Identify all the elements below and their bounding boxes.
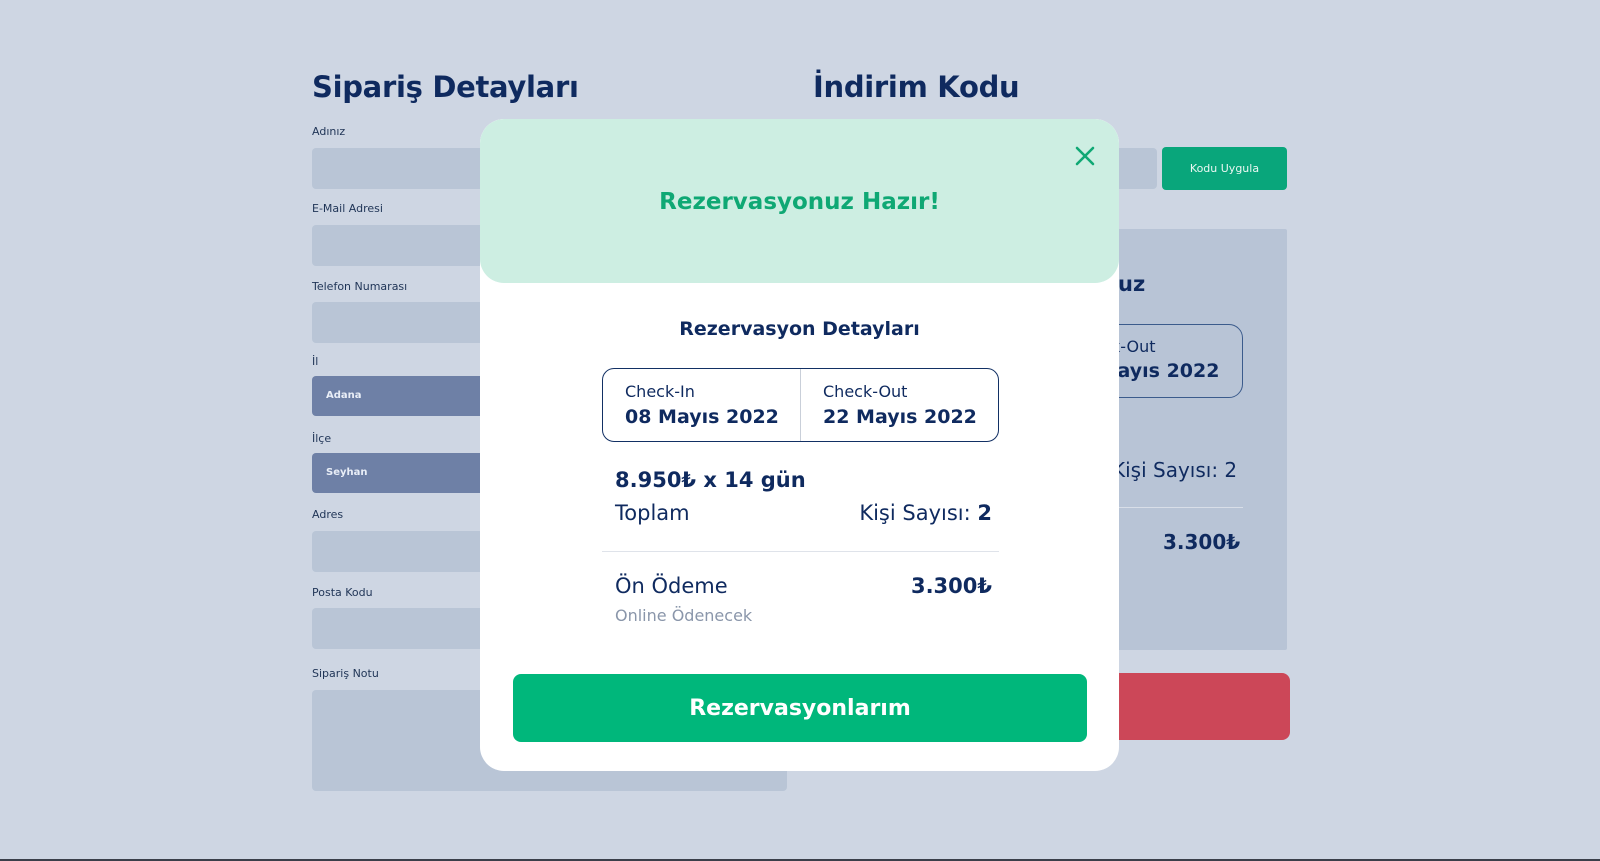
nightly-rate: 8.950₺ x 14 gün xyxy=(615,468,806,492)
close-icon[interactable] xyxy=(1070,141,1100,171)
guest-count-value: 2 xyxy=(977,501,992,525)
summary-checkout-label: k-Out xyxy=(1111,337,1156,356)
date-box: Check-In 08 Mayıs 2022 Check-Out 22 Mayı… xyxy=(602,368,999,442)
summary-guests: Kişi Sayısı: 2 xyxy=(1112,458,1238,482)
checkin-cell: Check-In 08 Mayıs 2022 xyxy=(603,369,800,441)
details-title: Rezervasyon Detayları xyxy=(679,318,920,340)
guest-count: Kişi Sayısı: 2 xyxy=(859,501,992,525)
note-label: Sipariş Notu xyxy=(312,667,379,680)
district-label: İlçe xyxy=(312,432,332,445)
summary-divider xyxy=(1100,507,1243,508)
checkout-label: Check-Out xyxy=(823,382,908,401)
summary-price: 3.300₺ xyxy=(1163,530,1241,554)
phone-label: Telefon Numarası xyxy=(312,280,408,293)
checkout-value: 22 Mayıs 2022 xyxy=(823,406,977,428)
discount-title: İndirim Kodu xyxy=(813,70,1020,104)
apply-code-button[interactable]: Kodu Uygula xyxy=(1162,147,1287,190)
modal-header: Rezervasyonuz Hazır! xyxy=(480,119,1119,283)
prepayment-label: Ön Ödeme xyxy=(615,574,728,598)
order-title: Sipariş Detayları xyxy=(312,70,579,104)
email-label: E-Mail Adresi xyxy=(312,202,383,215)
my-reservations-button[interactable]: Rezervasyonlarım xyxy=(513,674,1087,742)
address-label: Adres xyxy=(312,508,344,521)
postal-label: Posta Kodu xyxy=(312,586,373,599)
total-label: Toplam xyxy=(615,501,690,525)
name-label: Adınız xyxy=(312,125,346,138)
prepayment-note: Online Ödenecek xyxy=(615,606,753,625)
modal-title: Rezervasyonuz Hazır! xyxy=(659,189,940,215)
checkout-cell: Check-Out 22 Mayıs 2022 xyxy=(800,369,998,441)
checkin-label: Check-In xyxy=(625,382,695,401)
summary-title: uz xyxy=(1118,272,1146,296)
summary-checkout-value: layıs 2022 xyxy=(1111,360,1220,382)
prepayment-amount: 3.300₺ xyxy=(910,574,992,598)
guest-count-label: Kişi Sayısı: xyxy=(859,501,971,525)
modal-divider xyxy=(602,551,999,552)
reservation-modal: Rezervasyonuz Hazır! Rezervasyon Detayla… xyxy=(480,119,1119,771)
checkin-value: 08 Mayıs 2022 xyxy=(625,406,779,428)
payment-button[interactable] xyxy=(1090,673,1290,740)
city-label: İl xyxy=(312,355,319,368)
